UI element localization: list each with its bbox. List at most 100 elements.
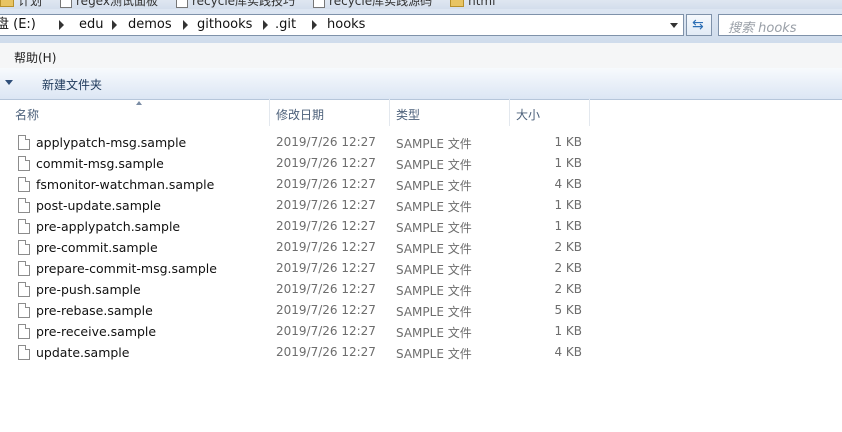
column-header-size-label: 大小 [516, 108, 541, 122]
file-date: 2019/7/26 12:27 [276, 219, 376, 233]
file-size: 1 KB [554, 156, 582, 170]
file-date: 2019/7/26 12:27 [276, 198, 376, 212]
bookmark-item[interactable]: 计划 [0, 0, 42, 9]
column-divider[interactable] [389, 99, 390, 126]
file-date: 2019/7/26 12:27 [276, 156, 376, 170]
column-header-name-label: 名称 [15, 108, 40, 122]
file-row[interactable]: post-update.sample 2019/7/26 12:27 SAMPL… [0, 196, 600, 217]
file-name: applypatch-msg.sample [36, 135, 187, 150]
page-icon [60, 0, 73, 8]
page-icon [313, 0, 326, 8]
file-row[interactable]: update.sample 2019/7/26 12:27 SAMPLE 文件 … [0, 343, 600, 364]
file-row[interactable]: pre-rebase.sample 2019/7/26 12:27 SAMPLE… [0, 301, 600, 322]
file-row[interactable]: commit-msg.sample 2019/7/26 12:27 SAMPLE… [0, 154, 600, 175]
file-icon [18, 156, 30, 171]
bookmark-label: recycle库实践技巧 [191, 0, 296, 8]
breadcrumb-githooks[interactable]: githooks [197, 15, 252, 35]
address-history-dropdown-icon[interactable] [670, 23, 678, 28]
file-icon [18, 177, 30, 192]
bookmark-item[interactable]: html [450, 0, 495, 8]
breadcrumb-demos[interactable]: demos [128, 15, 172, 35]
refresh-icon: ⇆ [692, 17, 704, 33]
file-date: 2019/7/26 12:27 [276, 261, 376, 275]
file-date: 2019/7/26 12:27 [276, 177, 376, 191]
file-icon [18, 261, 30, 276]
file-date: 2019/7/26 12:27 [276, 135, 376, 149]
menu-help[interactable]: 帮助(H) [14, 49, 56, 66]
file-size: 2 KB [554, 282, 582, 296]
file-name: fsmonitor-watchman.sample [36, 177, 215, 192]
breadcrumb-separator-icon[interactable] [183, 20, 188, 30]
file-row[interactable]: pre-receive.sample 2019/7/26 12:27 SAMPL… [0, 322, 600, 343]
file-row[interactable]: prepare-commit-msg.sample 2019/7/26 12:2… [0, 259, 600, 280]
file-row[interactable]: pre-applypatch.sample 2019/7/26 12:27 SA… [0, 217, 600, 238]
file-type: SAMPLE 文件 [396, 179, 472, 193]
file-type: SAMPLE 文件 [396, 158, 472, 172]
bookmark-item[interactable]: recycle库实践源码 [313, 0, 432, 9]
file-size: 1 KB [554, 198, 582, 212]
bookmark-label: recycle库实践源码 [329, 0, 433, 8]
file-row[interactable]: pre-push.sample 2019/7/26 12:27 SAMPLE 文… [0, 280, 600, 301]
breadcrumb-hooks[interactable]: hooks [327, 15, 365, 35]
file-name: pre-commit.sample [36, 240, 158, 255]
breadcrumb-edu[interactable]: edu [79, 15, 104, 35]
address-bar[interactable]: 盘 (E:) edu demos githooks .git hooks [0, 14, 684, 36]
column-divider[interactable] [269, 99, 270, 126]
breadcrumb-separator-icon[interactable] [112, 20, 117, 30]
bookmark-label: html [468, 0, 496, 8]
file-row[interactable]: applypatch-msg.sample 2019/7/26 12:27 SA… [0, 133, 600, 154]
search-placeholder: 搜索 hooks [728, 21, 797, 36]
file-name: pre-applypatch.sample [36, 219, 181, 234]
file-type: SAMPLE 文件 [396, 221, 472, 235]
file-type: SAMPLE 文件 [396, 200, 472, 214]
menu-bar: 帮助(H) [0, 43, 842, 69]
file-name: prepare-commit-msg.sample [36, 261, 217, 276]
file-row[interactable]: fsmonitor-watchman.sample 2019/7/26 12:2… [0, 175, 600, 196]
sort-ascending-icon [136, 101, 142, 105]
file-type: SAMPLE 文件 [396, 326, 472, 340]
breadcrumb-git[interactable]: .git [275, 15, 296, 35]
organize-dropdown-icon[interactable] [5, 80, 13, 85]
file-size: 5 KB [554, 303, 582, 317]
file-size: 4 KB [554, 345, 582, 359]
breadcrumb-separator-icon[interactable] [59, 20, 64, 30]
new-folder-button[interactable]: 新建文件夹 [42, 76, 102, 93]
file-name: pre-receive.sample [36, 324, 157, 339]
file-icon [18, 324, 30, 339]
file-size: 1 KB [554, 135, 582, 149]
file-date: 2019/7/26 12:27 [276, 303, 376, 317]
file-type: SAMPLE 文件 [396, 305, 472, 319]
file-name: commit-msg.sample [36, 156, 164, 171]
column-header-name[interactable]: 名称 [15, 99, 270, 126]
breadcrumb-separator-icon[interactable] [312, 20, 317, 30]
bookmark-item[interactable]: regex测试面板 [60, 0, 158, 9]
refresh-button[interactable]: ⇆ [686, 14, 712, 36]
column-header-type[interactable]: 类型 [396, 99, 510, 126]
address-bar-row: 盘 (E:) edu demos githooks .git hooks ⇆ 搜… [0, 9, 842, 43]
search-input[interactable]: 搜索 hooks [718, 14, 842, 36]
file-type: SAMPLE 文件 [396, 347, 472, 361]
file-icon [18, 282, 30, 297]
file-icon [18, 240, 30, 255]
column-header-date-label: 修改日期 [276, 108, 325, 122]
column-divider[interactable] [509, 99, 510, 126]
column-header-size[interactable]: 大小 [516, 99, 590, 126]
file-date: 2019/7/26 12:27 [276, 324, 376, 338]
file-date: 2019/7/26 12:27 [276, 240, 376, 254]
folder-icon [0, 0, 14, 7]
breadcrumb-separator-icon[interactable] [263, 20, 268, 30]
column-divider[interactable] [589, 99, 590, 126]
command-bar: 新建文件夹 [0, 68, 842, 100]
file-row[interactable]: pre-commit.sample 2019/7/26 12:27 SAMPLE… [0, 238, 600, 259]
file-size: 2 KB [554, 240, 582, 254]
folder-icon [450, 0, 465, 7]
bookmark-item[interactable]: recycle库实践技巧 [175, 0, 296, 9]
column-header-date[interactable]: 修改日期 [276, 99, 390, 126]
file-size: 1 KB [554, 219, 582, 233]
file-date: 2019/7/26 12:27 [276, 282, 376, 296]
file-icon [18, 135, 30, 150]
file-type: SAMPLE 文件 [396, 284, 472, 298]
file-icon [18, 219, 30, 234]
breadcrumb-drive[interactable]: 盘 (E:) [0, 15, 36, 35]
column-header-type-label: 类型 [396, 108, 421, 122]
